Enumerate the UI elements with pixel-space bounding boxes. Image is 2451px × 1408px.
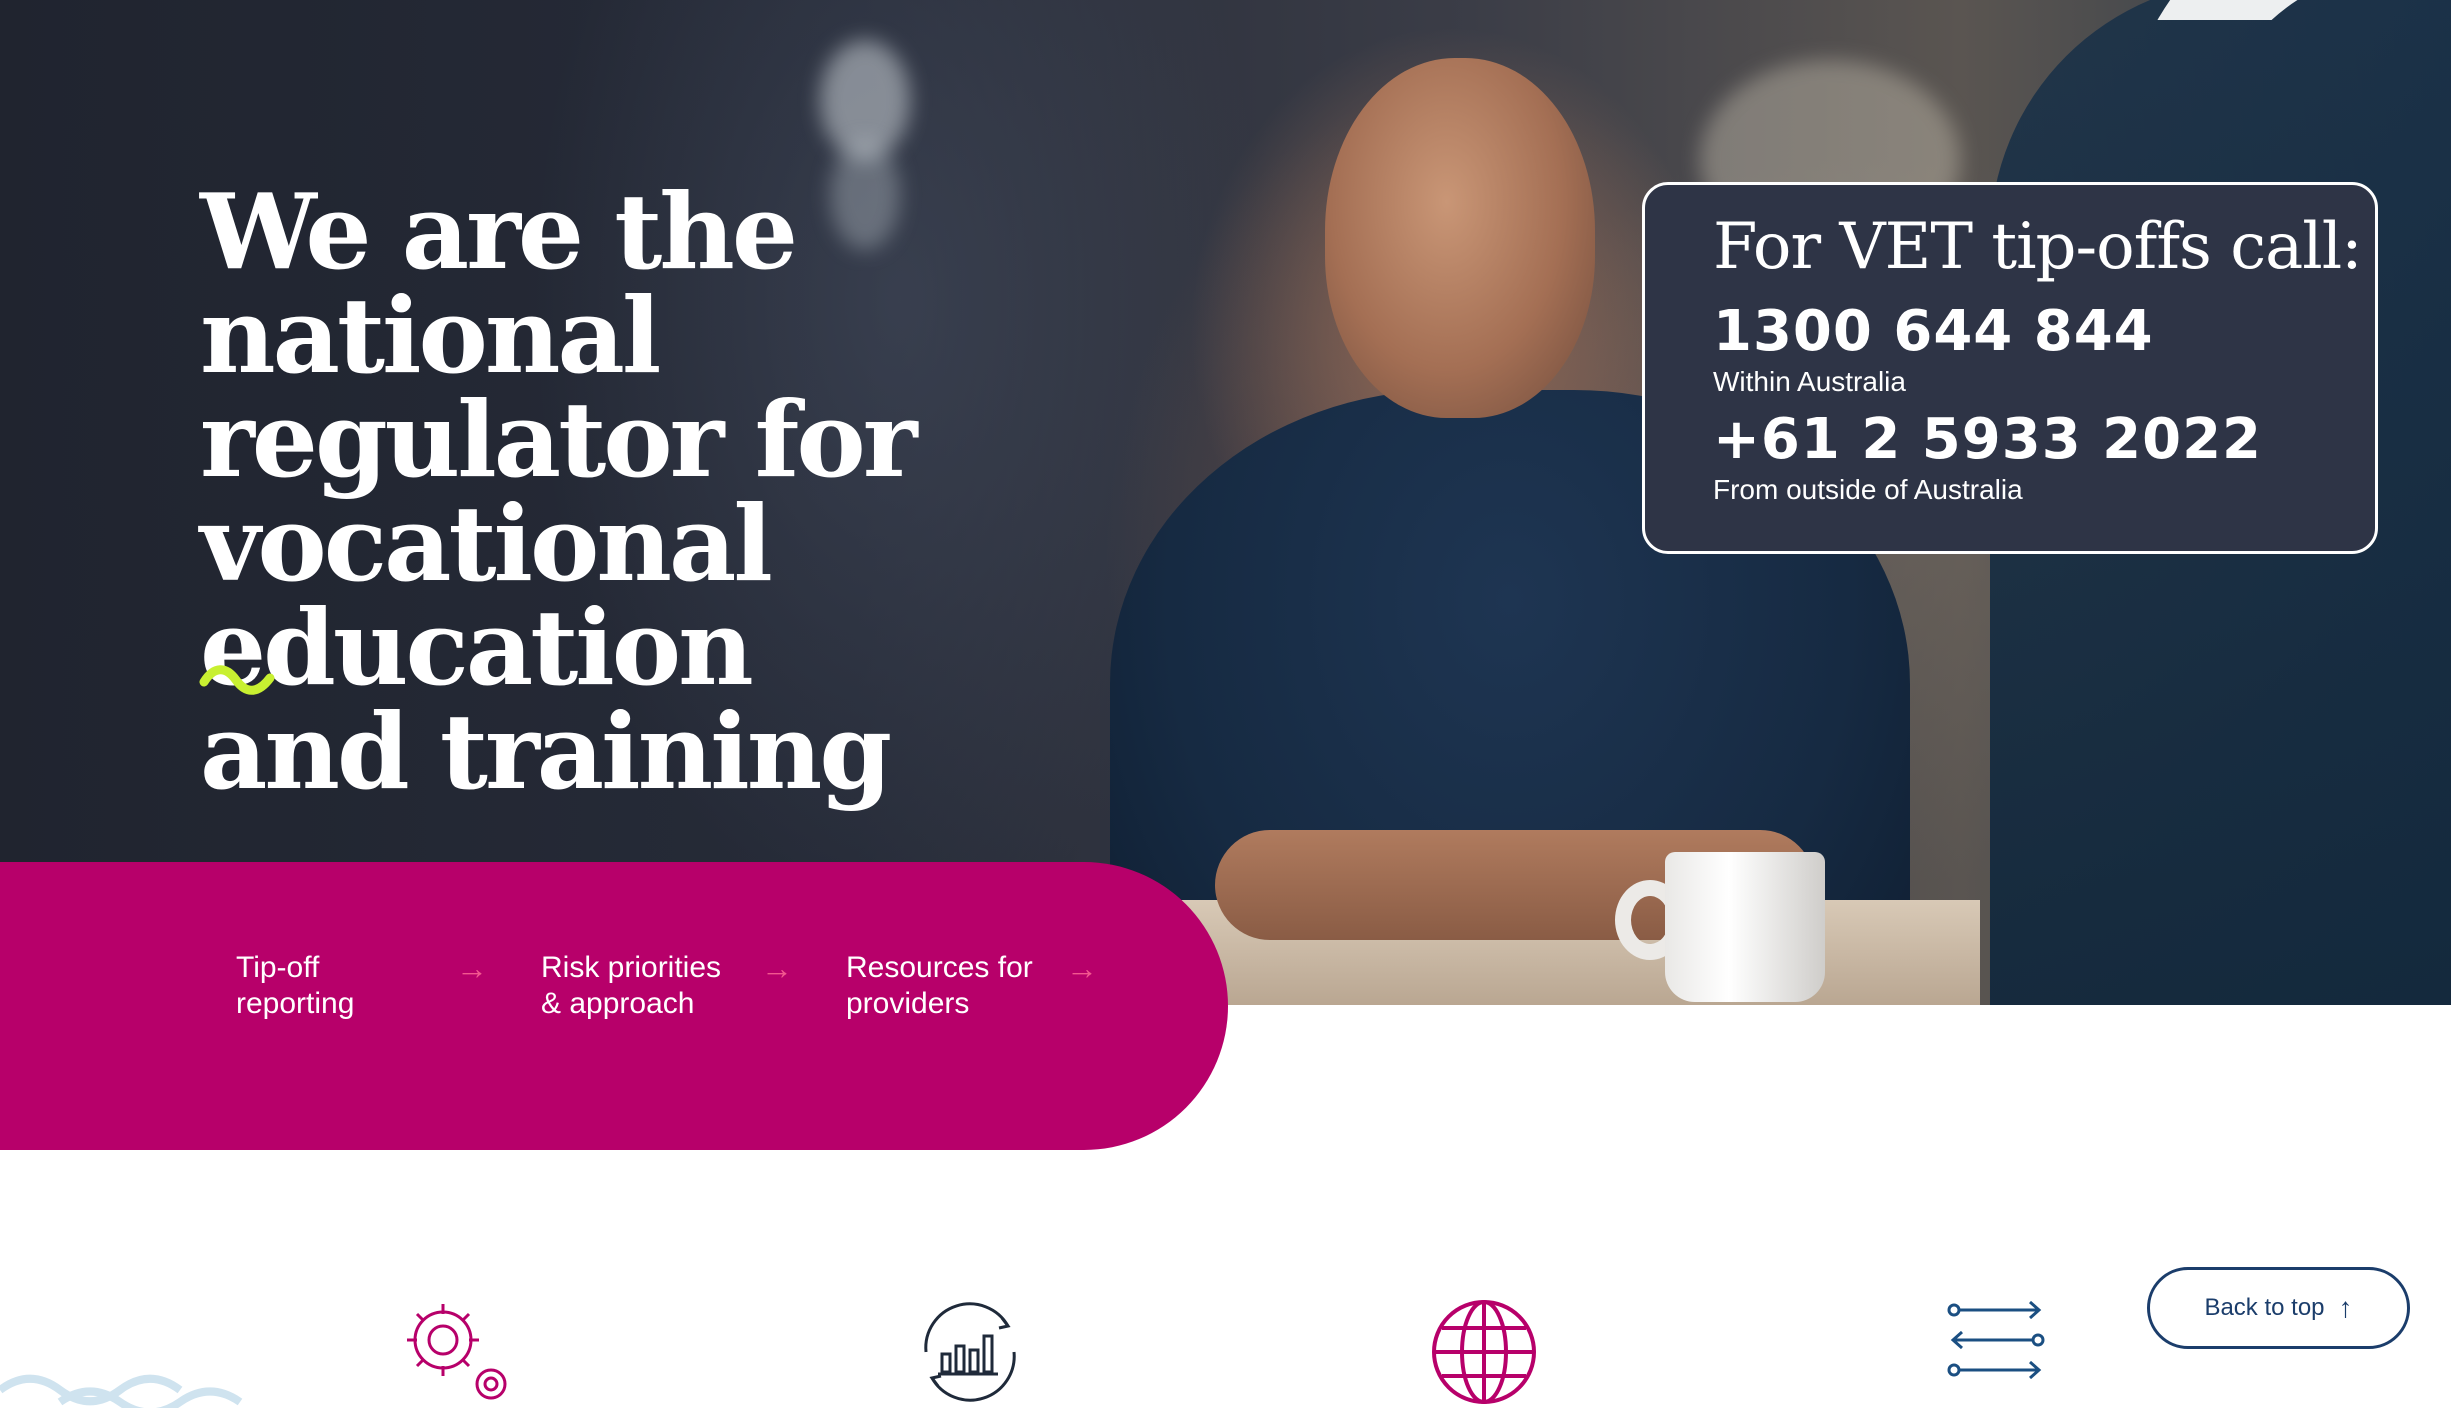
tipoff-phone-international[interactable]: +61 2 5933 2022 [1713,409,2375,471]
globe-icon [1432,1300,1536,1404]
gears-icon [407,1304,507,1400]
tipoff-phone-domestic[interactable]: 1300 644 844 [1713,301,2375,363]
quick-link-label: Tip-off reporting [236,951,355,1020]
chart-cycle-icon [924,1302,1016,1402]
squiggle-accent-icon [199,665,275,695]
quick-link-risk-priorities[interactable]: Risk priorities & approach → [541,950,793,1022]
arrow-up-icon: ↑ [2338,1292,2353,1323]
hero-mug [1665,852,1825,1002]
quick-link-resources[interactable]: Resources for providers → [846,950,1098,1022]
back-to-top-label: Back to top [2204,1294,2325,1321]
tipoff-phone-domestic-note: Within Australia [1713,366,1906,397]
decorative-waves [0,1374,243,1408]
hero-banner: We are the national regulator for vocati… [0,0,2451,1005]
back-to-top-button[interactable]: Back to top ↑ [2147,1267,2410,1349]
tipoff-heading: For VET tip-offs call: [1713,210,2363,284]
hero-person-head [1325,58,1595,418]
hero-title-line: vocational education [200,482,773,709]
quick-link-tipoff[interactable]: Tip-off reporting → [236,950,488,1022]
arrow-right-icon: → [761,950,793,986]
tipoff-callout: For VET tip-offs call: 1300 644 844 With… [1642,182,2378,554]
quick-link-label: Resources for providers [846,951,1033,1020]
hero-title-line: and training [200,690,892,813]
quick-link-label: Risk priorities & approach [541,951,722,1020]
arrow-right-icon: → [456,950,488,986]
hero-title: We are the national regulator for vocati… [200,180,1160,804]
hero-title-line: We are the national [200,170,798,397]
tipoff-phone-international-note: From outside of Australia [1713,474,2023,505]
quick-links-panel: Tip-off reporting → Risk priorities & ap… [0,862,1228,1150]
arrow-right-icon: → [1066,950,1098,986]
exchange-arrows-icon [1947,1300,2045,1380]
